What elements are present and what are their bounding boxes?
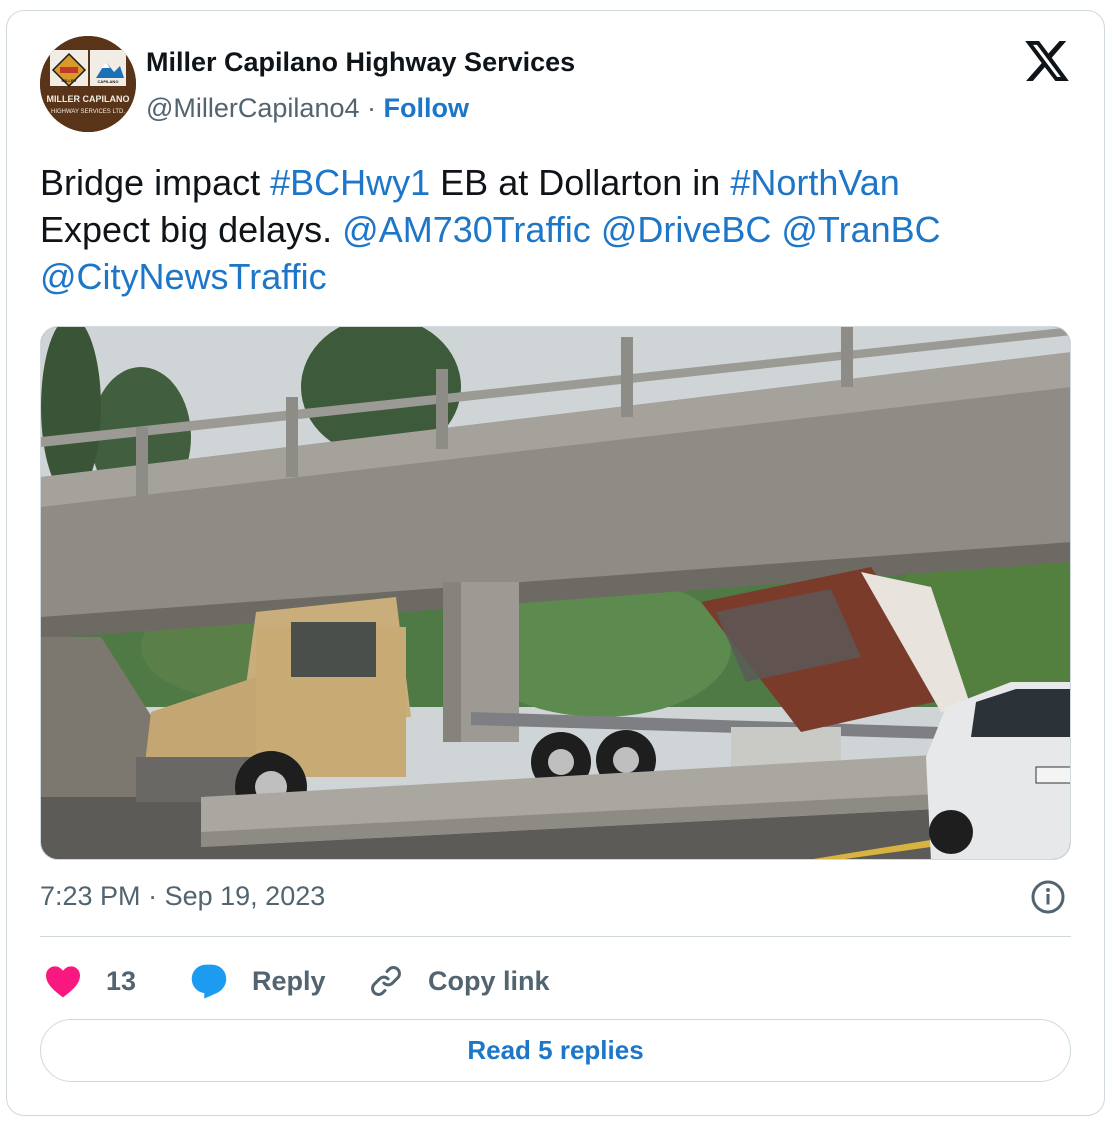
x-logo-icon[interactable]: [1025, 41, 1069, 81]
mention-drivebc[interactable]: @DriveBC: [601, 209, 772, 250]
handle-separator: ·: [367, 93, 377, 123]
copy-link-label: Copy link: [428, 965, 550, 996]
like-count: 13: [106, 965, 137, 996]
hashtag-bchwy1[interactable]: #BCHwy1: [270, 162, 430, 203]
timestamp: 7:23 PM · Sep 19, 2023: [40, 881, 325, 912]
read-replies-button[interactable]: Read 5 replies: [40, 1019, 1071, 1082]
reply-button[interactable]: Reply: [190, 956, 326, 1006]
timestamp-separator: ·: [148, 881, 158, 911]
tweet-time[interactable]: 7:23 PM: [40, 881, 141, 911]
avatar-text-line1: MILLER CAPILANO: [47, 94, 130, 104]
heart-icon: [46, 966, 80, 998]
tweet-card: MILLER CAPILANO HIGHWAY SERVICES LTD. MI…: [6, 10, 1105, 1116]
tweet-segment: EB at Dollarton in: [430, 162, 731, 203]
handle-row: @MillerCapilano4 · Follow: [146, 93, 469, 124]
miller-capilano-logo: MILLER CAPILANO HIGHWAY SERVICES LTD. MI…: [40, 36, 136, 132]
reply-bubble-icon: [191, 964, 227, 999]
action-bar: 13 Reply Copy link: [40, 956, 1071, 1006]
hashtag-northvan[interactable]: #NorthVan: [730, 162, 899, 203]
display-name[interactable]: Miller Capilano Highway Services: [146, 47, 575, 78]
bridge-impact-photo: [41, 327, 1070, 859]
tweet-segment: Expect big delays.: [40, 209, 343, 250]
avatar-badge-right: CAPILANO: [98, 79, 119, 84]
tweet-segment: [591, 209, 601, 250]
mention-citynewstraffic[interactable]: @CityNewsTraffic: [40, 256, 327, 297]
tweet-text: Bridge impact #BCHwy1 EB at Dollarton in…: [40, 159, 1060, 300]
tweet-segment: Bridge impact: [40, 162, 271, 203]
tweet-segment: [771, 209, 781, 250]
tweet-photo[interactable]: [40, 326, 1071, 860]
copy-link-button[interactable]: Copy link: [368, 956, 550, 1006]
avatar-text-line2: HIGHWAY SERVICES LTD.: [51, 109, 125, 115]
info-icon[interactable]: [1030, 879, 1066, 915]
link-icon: [371, 966, 401, 996]
like-button[interactable]: 13: [44, 956, 136, 1006]
avatar[interactable]: MILLER CAPILANO HIGHWAY SERVICES LTD. MI…: [40, 36, 136, 132]
mention-am730traffic[interactable]: @AM730Traffic: [342, 209, 591, 250]
tweet-date[interactable]: Sep 19, 2023: [165, 881, 326, 911]
mention-tranbc[interactable]: @TranBC: [781, 209, 940, 250]
follow-button[interactable]: Follow: [384, 93, 469, 123]
divider: [40, 936, 1071, 937]
reply-label: Reply: [252, 965, 326, 996]
avatar-badge-left: MILLER: [62, 78, 77, 83]
handle[interactable]: @MillerCapilano4: [146, 93, 360, 123]
